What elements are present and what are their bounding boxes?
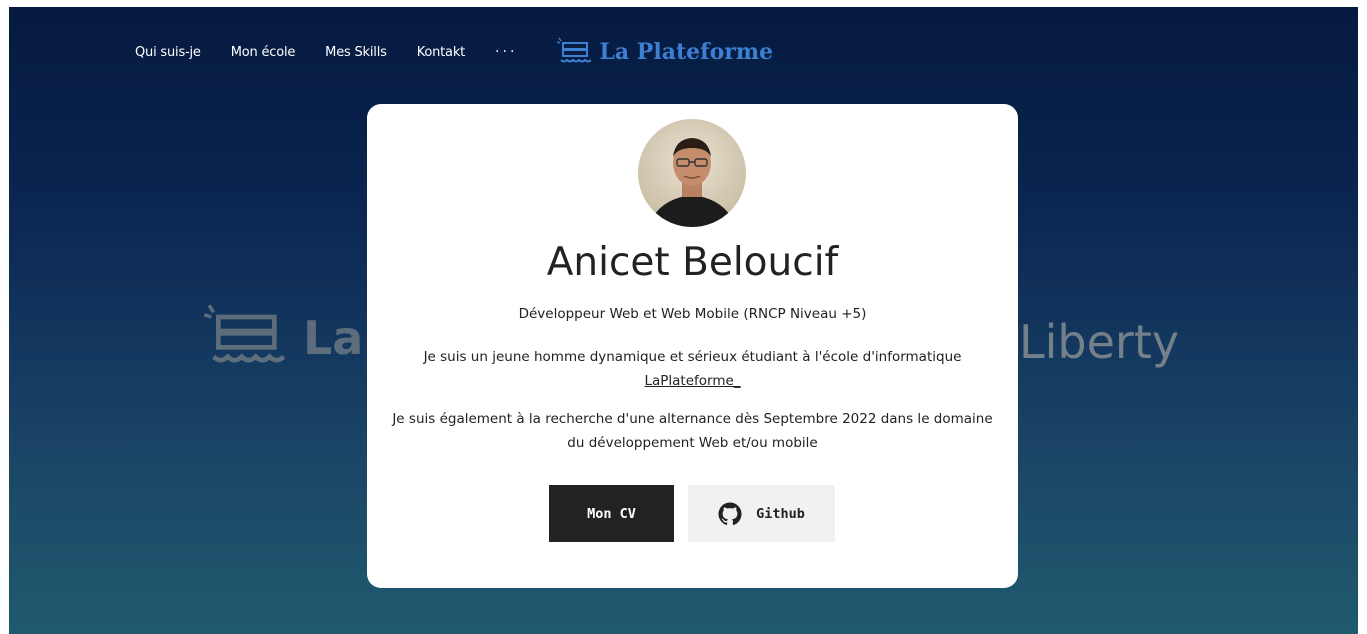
- profile-subtitle: Développeur Web et Web Mobile (RNCP Nive…: [518, 306, 867, 322]
- hero-section: Qui suis-je Mon école Mes Skills Kontakt…: [9, 7, 1358, 634]
- brand-name: La Plateforme: [599, 39, 774, 65]
- nav-item-mon-ecole[interactable]: Mon école: [231, 45, 296, 60]
- profile-card: Anicet Beloucif Développeur Web et Web M…: [367, 104, 1018, 588]
- intro-text: Je suis un jeune homme dynamique et séri…: [423, 349, 962, 365]
- cv-button[interactable]: Mon CV: [549, 485, 674, 542]
- profile-name: Anicet Beloucif: [546, 240, 839, 285]
- cv-button-label: Mon CV: [587, 505, 636, 522]
- nav-item-qui-suis-je[interactable]: Qui suis-je: [135, 45, 201, 60]
- brand-logo[interactable]: La Plateforme: [557, 37, 773, 67]
- avatar: [638, 119, 746, 227]
- server-rack-icon: [203, 304, 286, 363]
- background-logo-text: La: [303, 311, 364, 365]
- search-paragraph: Je suis également à la recherche d'une a…: [392, 411, 993, 451]
- school-link[interactable]: LaPlateforme_: [644, 373, 740, 389]
- more-menu-button[interactable]: ···: [495, 44, 517, 60]
- github-icon: [718, 502, 742, 525]
- github-button-label: Github: [756, 505, 805, 522]
- nav-item-kontakt[interactable]: Kontakt: [417, 45, 466, 60]
- background-text: Liberty: [1019, 315, 1180, 369]
- background-logo: La: [199, 303, 363, 373]
- top-nav: Qui suis-je Mon école Mes Skills Kontakt…: [135, 37, 773, 67]
- intro-paragraph: Je suis un jeune homme dynamique et séri…: [387, 345, 998, 393]
- nav-item-mes-skills[interactable]: Mes Skills: [325, 45, 387, 60]
- server-rack-icon: [557, 37, 592, 63]
- github-button[interactable]: Github: [688, 485, 835, 542]
